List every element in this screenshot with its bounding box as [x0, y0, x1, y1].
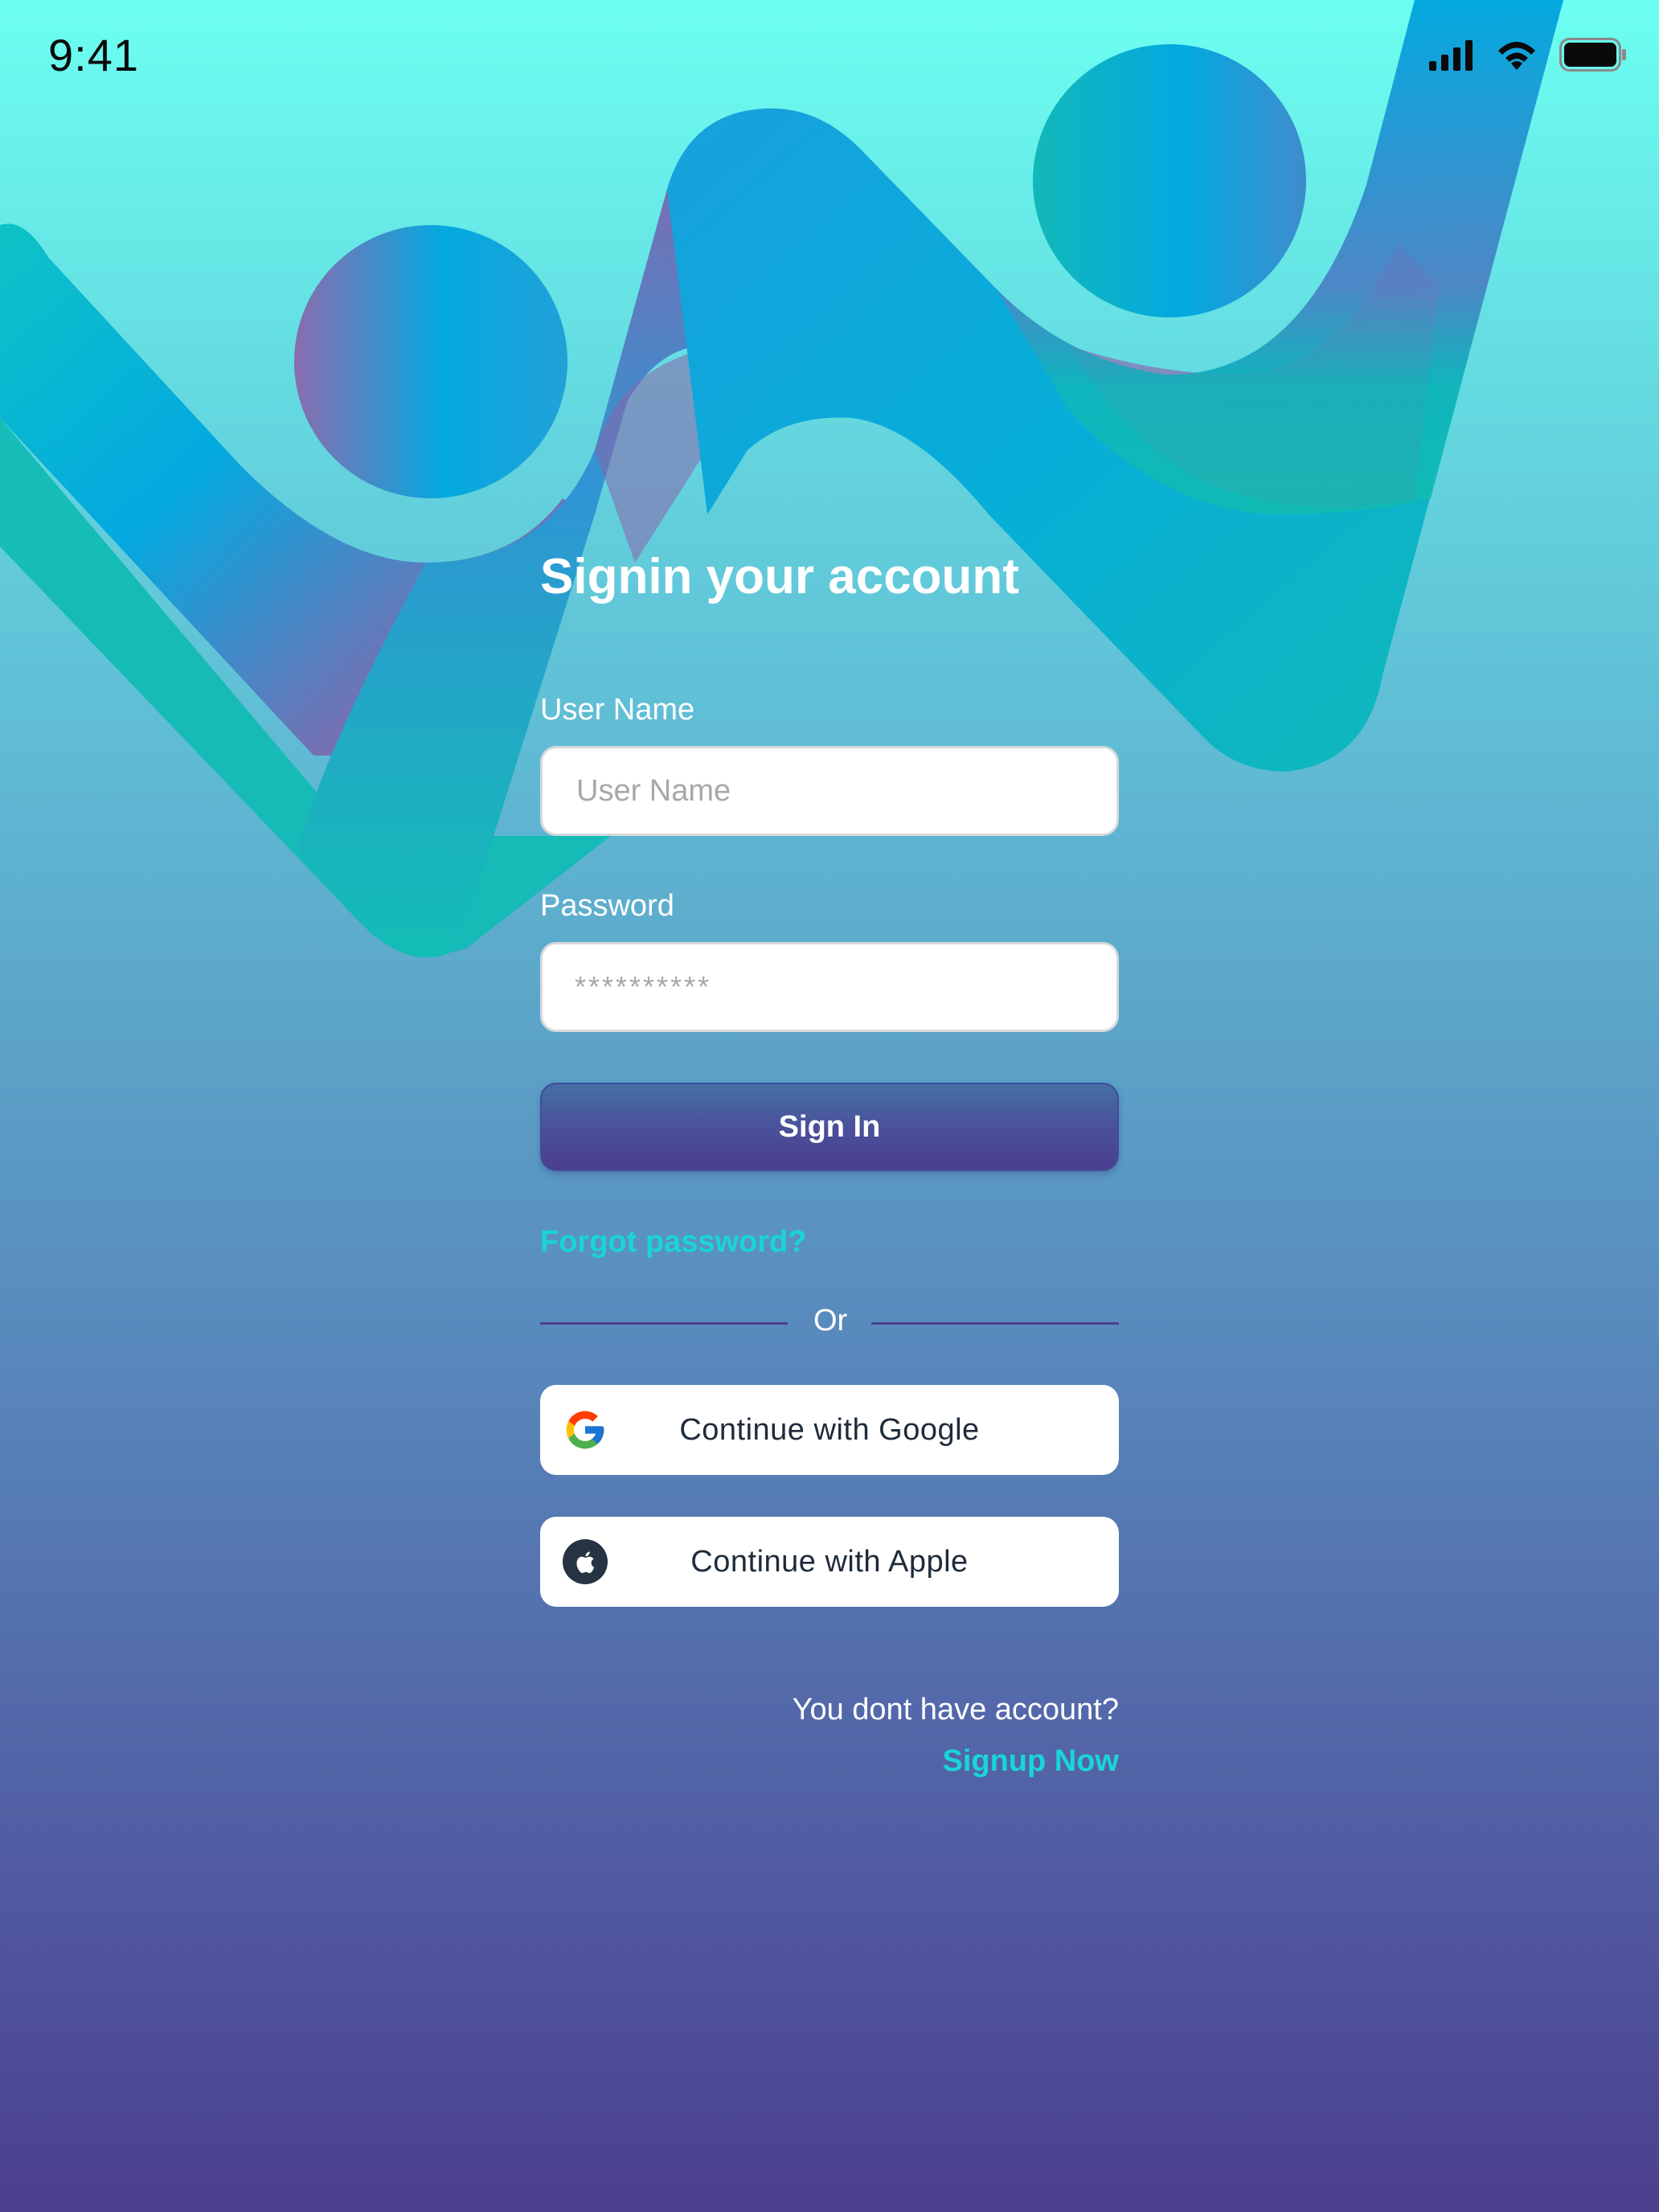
password-label: Password [540, 889, 674, 923]
forgot-password-link[interactable]: Forgot password? [540, 1225, 806, 1260]
page-title: Signin your account [540, 549, 1019, 604]
status-icons [1429, 35, 1627, 74]
username-input[interactable] [575, 772, 1116, 809]
divider-line-left [540, 1322, 788, 1325]
username-label: User Name [540, 693, 695, 727]
google-g-icon [566, 1411, 604, 1449]
password-input[interactable]: ********** [575, 970, 711, 1004]
divider-or-label: Or [813, 1304, 848, 1337]
battery-icon [1559, 38, 1626, 72]
continue-with-google-label: Continue with Google [679, 1412, 980, 1447]
continue-with-google-button[interactable]: Continue with Google [540, 1385, 1119, 1475]
cellular-signal-icon [1429, 40, 1473, 71]
password-field[interactable]: ********** [540, 942, 1119, 1032]
apple-logo-icon [563, 1539, 608, 1584]
sign-in-button[interactable]: Sign In [540, 1083, 1119, 1171]
continue-with-apple-label: Continue with Apple [690, 1544, 969, 1579]
divider-line-right [871, 1322, 1119, 1325]
continue-with-apple-button[interactable]: Continue with Apple [540, 1517, 1119, 1607]
username-field[interactable] [540, 746, 1119, 836]
status-time: 9:41 [48, 30, 139, 80]
signup-now-link[interactable]: Signup Now [942, 1744, 1119, 1779]
no-account-text: You dont have account? [792, 1693, 1119, 1727]
wifi-icon [1498, 42, 1535, 70]
